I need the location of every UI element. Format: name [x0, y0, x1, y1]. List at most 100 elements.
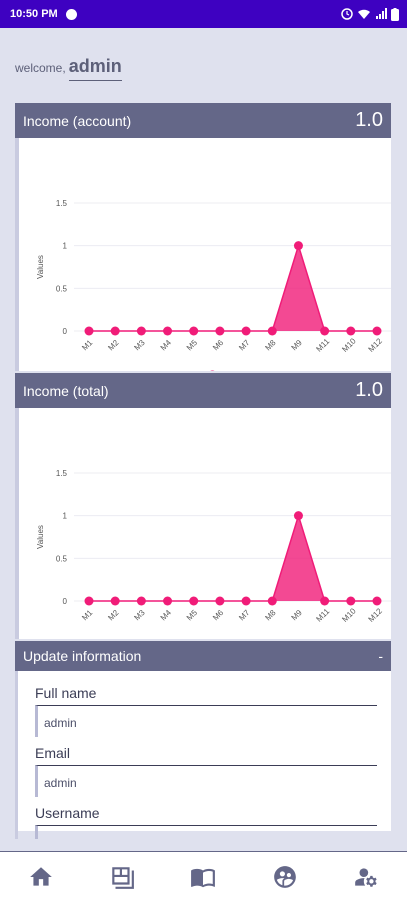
app-notification-icon	[65, 8, 77, 20]
legend-label: Income	[222, 370, 254, 371]
data-point	[293, 241, 303, 251]
data-point	[110, 326, 120, 336]
email-label: Email	[35, 745, 71, 761]
data-point	[189, 596, 199, 606]
data-point	[293, 511, 303, 521]
x-tick-label: M9	[290, 338, 305, 353]
data-point	[215, 596, 225, 606]
x-tick-label: M7	[237, 608, 252, 623]
nav-user-settings[interactable]	[346, 857, 386, 897]
nav-home[interactable]	[21, 857, 61, 897]
income-account-card: Income (account) 1.0 0 0.5 1 1.5 Values M1 M2 M…	[15, 103, 392, 380]
username-field[interactable]	[35, 825, 377, 839]
x-tick-label: M4	[159, 338, 174, 353]
data-point	[215, 326, 225, 336]
bottom-nav	[0, 851, 407, 901]
x-tick-label: M5	[185, 338, 200, 353]
y-tick-label: 0.5	[56, 284, 68, 293]
data-point	[241, 596, 251, 606]
update-info-form: Full name admin Email admin Username	[15, 671, 391, 839]
x-tick-label: M10	[340, 336, 358, 354]
income-total-card: Income (total) 1.0 0 0.5 1 1.5 Values M1 M2 M3 M…	[15, 373, 392, 650]
wifi-icon	[358, 9, 370, 19]
data-point	[136, 596, 146, 606]
battery-icon	[391, 7, 399, 21]
income-account-value: 1.0	[355, 109, 383, 131]
data-point	[110, 596, 120, 606]
status-time: 10:50 PM	[10, 8, 58, 20]
full-name-field[interactable]: admin	[35, 705, 377, 737]
x-tick-label: M8	[263, 608, 278, 623]
data-point	[346, 326, 356, 336]
data-point	[320, 596, 330, 606]
x-tick-label: M9	[290, 608, 305, 623]
email-field[interactable]: admin	[35, 765, 377, 797]
update-info-title: Update information	[23, 648, 142, 664]
signal-icon	[376, 8, 387, 19]
data-point	[189, 326, 199, 336]
x-tick-label: M1	[80, 338, 95, 353]
status-icons	[341, 7, 399, 21]
x-tick-label: M3	[132, 608, 147, 623]
y-tick-label: 1.5	[56, 199, 68, 208]
data-point	[346, 596, 356, 606]
x-tick-label: M11	[314, 336, 331, 353]
x-tick-label: M4	[159, 608, 174, 623]
data-point	[241, 326, 251, 336]
data-point	[84, 326, 94, 336]
data-point	[320, 326, 330, 336]
data-point	[163, 326, 173, 336]
status-bar: 10:50 PM	[0, 0, 407, 28]
book-icon	[191, 868, 216, 887]
y-tick-label: 0	[63, 327, 68, 336]
full-name-label: Full name	[35, 685, 97, 701]
data-point	[372, 596, 382, 606]
data-point	[372, 326, 382, 336]
income-total-title: Income (total)	[23, 382, 109, 399]
data-point	[267, 326, 277, 336]
nav-book[interactable]	[183, 857, 223, 897]
x-tick-label: M6	[211, 338, 226, 353]
x-tick-label: M3	[132, 338, 147, 353]
alarm-icon	[341, 8, 353, 20]
income-total-header: Income (total) 1.0	[15, 373, 391, 408]
data-point	[163, 596, 173, 606]
income-total-chart-body: 0 0.5 1 1.5 Values M1 M2 M3 M4 M5 M6 M7 M8 M9 M11 M10 M1…	[15, 408, 392, 650]
y-tick-label: 0	[63, 597, 68, 606]
x-tick-label: M11	[314, 606, 331, 623]
group-icon	[274, 865, 296, 888]
y-axis-label: Values	[36, 255, 45, 279]
data-point	[267, 596, 277, 606]
income-account-title: Income (account)	[23, 112, 132, 129]
x-tick-label: M12	[367, 336, 385, 354]
income-account-chart: 0 0.5 1 1.5 Values M1 M2 M3 M4 M5 M6 M7 M8 M9 M11 M10 M1…	[36, 199, 392, 380]
update-info-card: Update information - Full name admin Ema…	[15, 641, 391, 839]
data-point	[84, 596, 94, 606]
income-total-value: 1.0	[355, 379, 383, 401]
y-tick-label: 1	[63, 242, 68, 251]
x-tick-label: M8	[263, 338, 278, 353]
data-point	[136, 326, 146, 336]
y-tick-label: 0.5	[56, 554, 68, 563]
update-info-header[interactable]: Update information -	[15, 641, 391, 671]
legend-marker	[207, 370, 217, 380]
nav-group[interactable]	[265, 857, 305, 897]
update-info-toggle[interactable]: -	[378, 648, 383, 664]
welcome-label: welcome,	[15, 61, 66, 75]
x-tick-label: M5	[185, 608, 200, 623]
y-tick-label: 1	[63, 512, 68, 521]
x-tick-label: M2	[106, 338, 121, 353]
y-axis-label: Values	[36, 525, 45, 549]
income-total-chart: 0 0.5 1 1.5 Values M1 M2 M3 M4 M5 M6 M7 M8 M9 M11 M10 M1…	[36, 469, 392, 650]
x-tick-label: M6	[211, 608, 226, 623]
welcome-username[interactable]: admin	[68, 56, 122, 81]
x-tick-label: M10	[340, 606, 358, 624]
nav-dashboard[interactable]	[102, 857, 142, 897]
home-icon	[29, 866, 52, 886]
income-account-header: Income (account) 1.0	[15, 103, 391, 138]
y-tick-label: 1.5	[56, 469, 68, 478]
user-settings-icon	[355, 867, 377, 887]
x-tick-label: M12	[367, 606, 385, 624]
dashboard-icon	[112, 866, 134, 889]
username-label: Username	[35, 805, 100, 821]
